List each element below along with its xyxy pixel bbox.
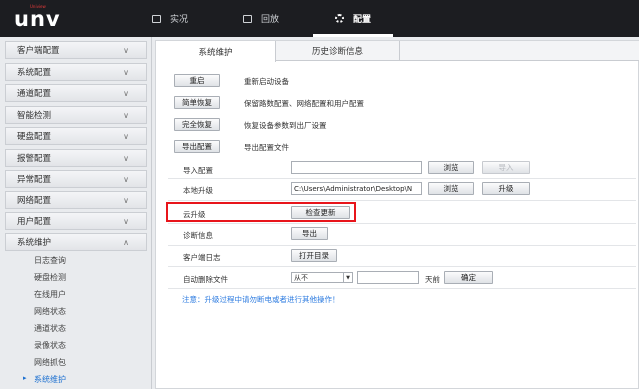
- simple-restore-desc: 保留路数配置、网络配置和用户配置: [244, 99, 364, 108]
- local-upgrade-label: 本地升级: [183, 186, 213, 195]
- logo: unv: [14, 7, 61, 31]
- sidebar-group-exception-config[interactable]: 异常配置 ∨: [5, 170, 147, 188]
- arrow-right-icon: ▸: [23, 374, 27, 382]
- divider: [168, 288, 636, 289]
- import-button[interactable]: 导入: [482, 161, 530, 174]
- days-unit: 天前: [425, 275, 440, 284]
- chevron-down-icon: ∨: [123, 111, 129, 120]
- reboot-button[interactable]: 重启: [174, 74, 220, 87]
- gear-icon: [335, 14, 344, 23]
- logo-tag: Uniview: [30, 4, 46, 9]
- nav-config[interactable]: 配置: [335, 0, 371, 37]
- export-diagnostics-button[interactable]: 导出: [291, 227, 328, 240]
- sidebar-group-channel-config[interactable]: 通道配置 ∨: [5, 84, 147, 102]
- sidebar-group-label: 异常配置: [17, 175, 52, 185]
- highlight-box: [166, 202, 356, 222]
- reboot-desc: 重新启动设备: [244, 77, 289, 86]
- auto-delete-select[interactable]: 从不 ▼: [291, 272, 353, 283]
- chevron-down-icon: ∨: [123, 46, 129, 55]
- simple-restore-button[interactable]: 简单恢复: [174, 96, 220, 109]
- sidebar-item-channel-status[interactable]: 通道状态: [34, 323, 66, 334]
- diagnostics-label: 诊断信息: [183, 231, 213, 240]
- nav-live[interactable]: 实况: [152, 0, 188, 37]
- nav-playback-label: 回放: [261, 15, 280, 25]
- sidebar-item-network-status[interactable]: 网络状态: [34, 306, 66, 317]
- sidebar-group-alarm-config[interactable]: 报警配置 ∨: [5, 149, 147, 167]
- nav-config-label: 配置: [353, 15, 372, 25]
- sidebar-item-label: 系统维护: [34, 375, 66, 384]
- sidebar-group-system-config[interactable]: 系统配置 ∨: [5, 63, 147, 81]
- sidebar-item-system-maintenance[interactable]: ▸ 系统维护: [23, 374, 66, 385]
- chevron-down-icon: ∨: [123, 154, 129, 163]
- open-directory-button[interactable]: 打开目录: [291, 249, 337, 262]
- chevron-down-icon: ∨: [123, 132, 129, 141]
- chevron-down-icon: ∨: [123, 68, 129, 77]
- chevron-down-icon: ∨: [123, 89, 129, 98]
- sidebar-item-online-users[interactable]: 在线用户: [34, 289, 66, 300]
- sidebar-group-smart-detect[interactable]: 智能检测 ∨: [5, 106, 147, 124]
- film-icon: [243, 14, 252, 23]
- chevron-down-icon: ∨: [123, 217, 129, 226]
- upgrade-button[interactable]: 升级: [482, 182, 530, 195]
- sidebar-item-packet-capture[interactable]: 网络抓包: [34, 357, 66, 368]
- export-config-button[interactable]: 导出配置: [174, 140, 220, 153]
- sidebar-group-label: 网络配置: [17, 196, 52, 206]
- sidebar-group-label: 硬盘配置: [17, 132, 52, 142]
- sidebar-item-record-status[interactable]: 录像状态: [34, 340, 66, 351]
- nav-live-label: 实况: [170, 15, 189, 25]
- divider: [168, 266, 636, 267]
- divider: [168, 223, 636, 224]
- sidebar-item-disk-check[interactable]: 硬盘检测: [34, 272, 66, 283]
- tab-bar: 系统维护 历史诊断信息: [156, 41, 639, 62]
- sidebar-group-label: 通道配置: [17, 89, 52, 99]
- full-restore-button[interactable]: 完全恢复: [174, 118, 220, 131]
- import-file-input[interactable]: [291, 161, 422, 174]
- monitor-icon: [152, 14, 161, 23]
- sidebar-group-client-config[interactable]: 客户端配置 ∨: [5, 41, 147, 59]
- auto-delete-select-value: 从不: [294, 273, 308, 282]
- top-bar: unv Uniview 实况 回放 配置: [0, 0, 639, 37]
- nav-active-indicator: [313, 34, 393, 37]
- upgrade-file-input[interactable]: C:\Users\Administrator\Desktop\N: [291, 182, 422, 195]
- divider: [168, 178, 636, 179]
- chevron-up-icon: ∧: [123, 238, 129, 247]
- tab-system-maintenance[interactable]: 系统维护: [156, 41, 276, 62]
- upgrade-notice: 注意：升级过程中请勿断电或者进行其他操作！: [182, 295, 340, 304]
- sidebar-group-disk-config[interactable]: 硬盘配置 ∨: [5, 127, 147, 145]
- sidebar-group-label: 客户端配置: [17, 46, 60, 56]
- sidebar-group-user-config[interactable]: 用户配置 ∨: [5, 212, 147, 230]
- sidebar-group-label: 智能检测: [17, 111, 52, 121]
- days-input[interactable]: [357, 271, 419, 284]
- export-config-desc: 导出配置文件: [244, 143, 289, 152]
- sidebar-group-label: 用户配置: [17, 217, 52, 227]
- client-log-label: 客户端日志: [183, 253, 221, 262]
- import-browse-button[interactable]: 浏览: [428, 161, 474, 174]
- chevron-down-icon: ∨: [123, 196, 129, 205]
- nav-playback[interactable]: 回放: [243, 0, 279, 37]
- chevron-down-icon: ∨: [123, 175, 129, 184]
- auto-delete-label: 自动删除文件: [183, 275, 228, 284]
- upgrade-browse-button[interactable]: 浏览: [428, 182, 474, 195]
- confirm-button[interactable]: 确定: [444, 271, 493, 284]
- sidebar-group-system-maintenance[interactable]: 系统维护 ∧: [5, 233, 147, 251]
- divider: [168, 245, 636, 246]
- sidebar-item-log-query[interactable]: 日志查询: [34, 255, 66, 266]
- import-config-label: 导入配置: [183, 166, 213, 175]
- chevron-down-icon: ▼: [343, 273, 352, 282]
- divider: [168, 200, 636, 201]
- sidebar-group-label: 系统配置: [17, 68, 52, 78]
- sidebar-group-label: 报警配置: [17, 154, 52, 164]
- full-restore-desc: 恢复设备参数到出厂设置: [244, 121, 327, 130]
- tab-history-diagnostics[interactable]: 历史诊断信息: [276, 41, 400, 61]
- sidebar-group-label: 系统维护: [17, 238, 52, 248]
- sidebar-group-network-config[interactable]: 网络配置 ∨: [5, 191, 147, 209]
